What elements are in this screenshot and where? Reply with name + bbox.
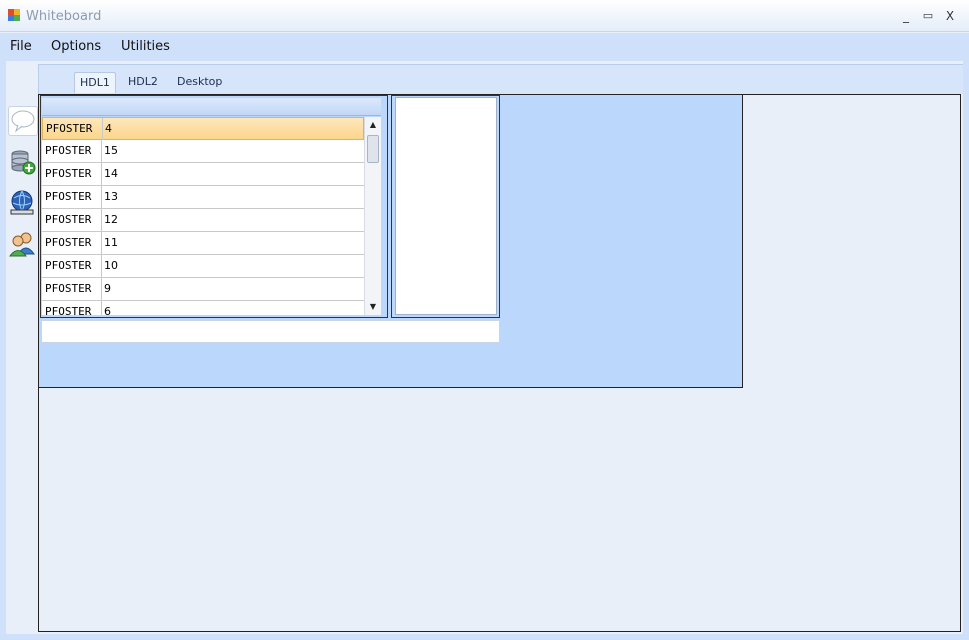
scroll-up-arrow-icon[interactable]: ▲ — [365, 117, 381, 133]
table-row[interactable]: PFOSTER 15 — [42, 140, 364, 163]
users-icon — [9, 232, 35, 257]
value-cell: 11 — [104, 236, 118, 249]
value-cell: 4 — [105, 122, 112, 135]
bottom-frame — [0, 634, 969, 640]
user-cell: PFOSTER — [45, 190, 92, 203]
user-cell: PFOSTER — [45, 144, 92, 157]
table-row[interactable]: PFOSTER 14 — [42, 163, 364, 186]
network-tool-button[interactable] — [8, 189, 38, 219]
scroll-thumb[interactable] — [367, 135, 379, 163]
value-cell: 13 — [104, 190, 118, 203]
maximize-button[interactable]: ▭ — [919, 8, 937, 24]
tab-hdl2[interactable]: HDL2 — [123, 72, 163, 92]
database-tool-button[interactable] — [8, 148, 38, 178]
table-row[interactable]: PFOSTER 4 — [42, 117, 364, 140]
message-input[interactable] — [41, 320, 500, 343]
table-row[interactable]: PFOSTER 9 — [42, 278, 364, 301]
chat-tool-button[interactable] — [8, 106, 38, 136]
user-cell: PFOSTER — [45, 282, 92, 295]
minimize-button[interactable]: _ — [897, 8, 915, 24]
table-row[interactable]: PFOSTER 12 — [42, 209, 364, 232]
scroll-down-arrow-icon[interactable]: ▼ — [365, 299, 381, 315]
user-grid: PFOSTER 4 PFOSTER 15 PFOSTER 14 PFOSTER … — [42, 117, 364, 315]
table-row[interactable]: PFOSTER 10 — [42, 255, 364, 278]
user-cell: PFOSTER — [45, 259, 92, 272]
menu-options[interactable]: Options — [51, 39, 101, 54]
value-cell: 15 — [104, 144, 118, 157]
tab-desktop[interactable]: Desktop — [172, 72, 227, 92]
database-add-icon — [11, 150, 36, 175]
menu-bar: File Options Utilities — [0, 33, 969, 61]
grid-header — [42, 98, 381, 116]
side-toolbar — [6, 100, 38, 270]
user-cell: PFOSTER — [45, 236, 92, 249]
user-cell: PFOSTER — [45, 305, 92, 315]
menu-utilities[interactable]: Utilities — [121, 39, 170, 54]
tab-hdl1[interactable]: HDL1 — [74, 72, 116, 93]
value-cell: 12 — [104, 213, 118, 226]
user-cell: PFOSTER — [45, 167, 92, 180]
menu-file[interactable]: File — [10, 39, 32, 54]
value-cell: 9 — [104, 282, 111, 295]
table-row[interactable]: PFOSTER 13 — [42, 186, 364, 209]
right-frame — [963, 61, 969, 640]
side-list[interactable] — [395, 97, 497, 315]
tab-strip: HDL1 HDL2 Desktop — [38, 64, 963, 94]
globe-network-icon — [10, 190, 34, 215]
user-cell: PFOSTER — [45, 213, 92, 226]
title-bar: Whiteboard _ ▭ X — [0, 0, 969, 32]
value-cell: 14 — [104, 167, 118, 180]
users-tool-button[interactable] — [8, 230, 38, 260]
close-button[interactable]: X — [941, 8, 959, 24]
user-cell: PFOSTER — [46, 122, 93, 135]
table-row[interactable]: PFOSTER 11 — [42, 232, 364, 255]
value-cell: 10 — [104, 259, 118, 272]
grid-scrollbar[interactable]: ▲ ▼ — [364, 117, 381, 315]
value-cell: 6 — [104, 305, 111, 315]
table-row[interactable]: PFOSTER 6 — [42, 301, 364, 315]
window-title: Whiteboard — [26, 9, 102, 24]
speech-bubble-icon — [11, 110, 35, 133]
app-icon — [8, 9, 21, 22]
